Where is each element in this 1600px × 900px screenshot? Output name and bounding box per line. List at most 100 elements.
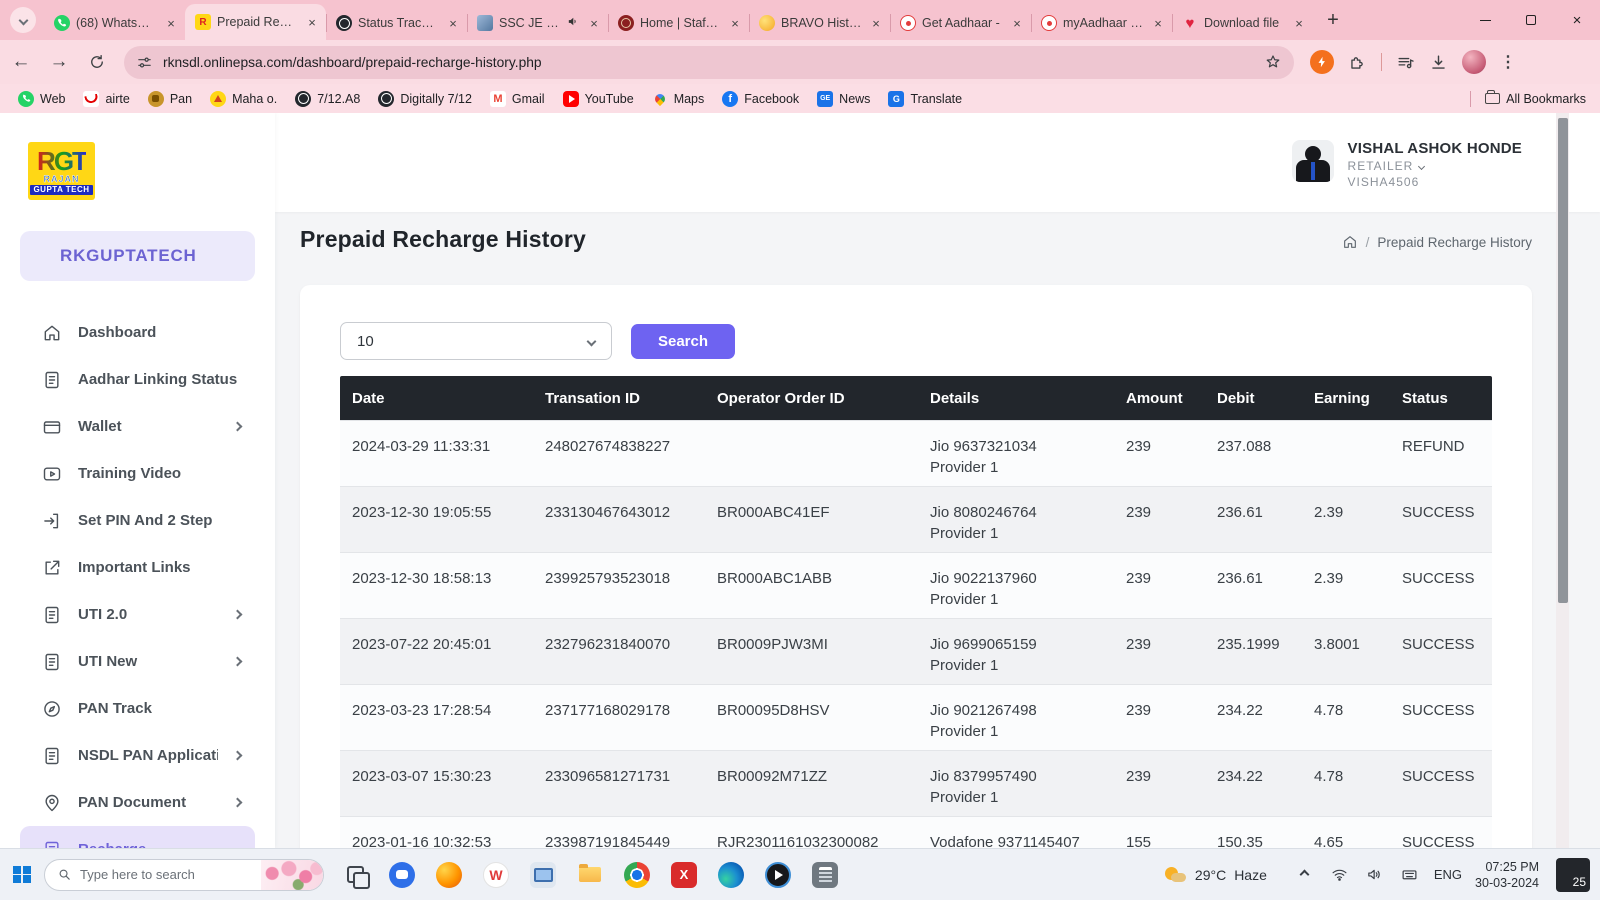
media-player-button[interactable] <box>763 860 793 890</box>
search-icon <box>57 867 72 882</box>
tab-bravo-history[interactable]: BRAVO History × <box>749 6 890 40</box>
table-row: 2024-03-29 11:33:31 248027674838227 Jio … <box>340 420 1492 486</box>
close-icon[interactable]: × <box>1150 15 1166 31</box>
tab-ssc-je[interactable]: SSC JE Bha × <box>467 6 608 40</box>
search-highlight-image[interactable] <box>261 859 323 891</box>
home-icon[interactable] <box>1342 234 1358 250</box>
sidebar-item-important-links[interactable]: Important Links <box>20 544 255 591</box>
sidebar-item-dashboard[interactable]: Dashboard <box>20 309 255 356</box>
scrollbar-thumb[interactable] <box>1558 118 1568 603</box>
bookmark-youtube[interactable]: YouTube <box>555 88 642 110</box>
close-icon[interactable]: × <box>1291 15 1307 31</box>
close-icon[interactable]: × <box>1009 15 1025 31</box>
close-icon[interactable]: × <box>304 14 320 30</box>
tab-status-track[interactable]: Status Track se × <box>326 6 467 40</box>
chat-app-button[interactable] <box>387 860 417 890</box>
sidebar-item-pan-document[interactable]: PAN Document <box>20 779 255 826</box>
file-explorer-button[interactable] <box>575 860 605 890</box>
bookmark-star-icon[interactable] <box>1264 53 1282 71</box>
forward-button[interactable]: → <box>42 45 76 79</box>
page-title: Prepaid Recharge History <box>300 226 586 253</box>
wifi-icon <box>1331 866 1348 883</box>
wifi-button[interactable] <box>1329 864 1351 886</box>
start-button[interactable] <box>0 853 44 897</box>
close-icon[interactable]: × <box>868 15 884 31</box>
close-window-button[interactable]: × <box>1554 0 1600 40</box>
divider <box>1381 53 1382 71</box>
tab-download-file[interactable]: ♥ Download file × <box>1172 6 1313 40</box>
bookmark-facebook[interactable]: Facebook <box>714 88 807 110</box>
bookmark-digitally712[interactable]: Digitally 7/12 <box>370 88 480 110</box>
tab-myaadhaar[interactable]: myAadhaar - U × <box>1031 6 1172 40</box>
bookmark-maha[interactable]: Maha o. <box>202 88 285 110</box>
close-icon[interactable]: × <box>163 15 179 31</box>
menu-dots-icon[interactable]: ⋮ <box>1500 52 1516 72</box>
keyboard-button[interactable] <box>1399 864 1421 886</box>
maximize-button[interactable] <box>1508 0 1554 40</box>
tab-get-aadhaar[interactable]: Get Aadhaar - × <box>890 6 1031 40</box>
tab-whatsapp[interactable]: (68) WhatsApp × <box>44 6 185 40</box>
bookmark-translate[interactable]: Translate <box>880 88 970 110</box>
chrome-button[interactable] <box>622 860 652 890</box>
sidebar-item-nsdl-pan-application[interactable]: NSDL PAN Application <box>20 732 255 779</box>
tray-expand-button[interactable] <box>1294 864 1316 886</box>
url-text[interactable]: rknsdl.onlinepsa.com/dashboard/prepaid-r… <box>163 55 1254 70</box>
back-button[interactable]: ← <box>4 45 38 79</box>
airtel-icon <box>83 91 99 107</box>
task-view-button[interactable] <box>340 860 370 890</box>
extensions-puzzle-icon[interactable] <box>1348 53 1367 72</box>
wps-office-button[interactable] <box>481 860 511 890</box>
bookmark-news[interactable]: News <box>809 88 878 110</box>
table-row: 2023-07-22 20:45:01 232796231840070 BR00… <box>340 618 1492 684</box>
bookmark-airtel[interactable]: airte <box>75 88 137 110</box>
extension-bolt-icon[interactable] <box>1310 50 1334 74</box>
playlist-icon[interactable] <box>1396 53 1415 72</box>
edge-button[interactable] <box>716 860 746 890</box>
reload-button[interactable] <box>80 45 114 79</box>
close-icon[interactable]: × <box>586 15 602 31</box>
new-tab-button[interactable]: + <box>1319 6 1347 34</box>
bookmark-pan[interactable]: Pan <box>140 88 200 110</box>
tab-search-chevron[interactable] <box>10 7 36 33</box>
scrollbar[interactable] <box>1556 113 1569 848</box>
tab-staff-home[interactable]: Home | Staff Se × <box>608 6 749 40</box>
language-indicator[interactable]: ENG <box>1434 867 1462 882</box>
search-button[interactable]: Search <box>631 324 735 359</box>
calculator-button[interactable] <box>810 860 840 890</box>
sidebar-item-set-pin[interactable]: Set PIN And 2 Step <box>20 497 255 544</box>
sidebar-item-uti-new[interactable]: UTI New <box>20 638 255 685</box>
notification-center-button[interactable]: 25 <box>1556 858 1590 892</box>
user-block[interactable]: VISHAL ASHOK HONDE RETAILER VISHA4506 <box>1292 140 1522 189</box>
tab-prepaid-recharge[interactable]: Prepaid Recha × <box>185 4 326 40</box>
media-player-icon <box>765 862 791 888</box>
clock[interactable]: 07:25 PM 30-03-2024 <box>1475 859 1539 891</box>
user-role[interactable]: RETAILER <box>1348 159 1522 173</box>
adobe-button[interactable] <box>669 860 699 890</box>
bookmark-712a8[interactable]: 7/12.A8 <box>287 88 368 110</box>
close-icon[interactable]: × <box>445 15 461 31</box>
sidebar-item-uti-20[interactable]: UTI 2.0 <box>20 591 255 638</box>
close-icon[interactable]: × <box>727 15 743 31</box>
bookmark-gmail[interactable]: Gmail <box>482 88 553 110</box>
user-id: VISHA4506 <box>1348 175 1522 189</box>
profile-avatar[interactable] <box>1462 50 1486 74</box>
downloads-icon[interactable] <box>1429 53 1448 72</box>
tab-audio-icon[interactable] <box>567 15 580 31</box>
bookmark-maps[interactable]: Maps <box>644 88 713 110</box>
site-settings-icon[interactable] <box>136 54 153 71</box>
rows-per-page-select[interactable]: 10 <box>340 322 612 360</box>
address-bar[interactable]: rknsdl.onlinepsa.com/dashboard/prepaid-r… <box>124 46 1294 79</box>
this-pc-button[interactable] <box>528 860 558 890</box>
all-bookmarks-button[interactable]: All Bookmarks <box>1470 91 1600 107</box>
minimize-button[interactable] <box>1462 0 1508 40</box>
sidebar-item-training-video[interactable]: Training Video <box>20 450 255 497</box>
sidebar-item-pan-track[interactable]: PAN Track <box>20 685 255 732</box>
sidebar-item-recharge[interactable]: Recharge <box>20 826 255 848</box>
firefox-button[interactable] <box>434 860 464 890</box>
sidebar-item-wallet[interactable]: Wallet <box>20 403 255 450</box>
taskbar-search-box[interactable]: Type here to search <box>44 859 324 891</box>
volume-button[interactable] <box>1364 864 1386 886</box>
sidebar-item-aadhar-linking-status[interactable]: Aadhar Linking Status <box>20 356 255 403</box>
weather-widget[interactable]: 29°C Haze <box>1165 867 1267 883</box>
bookmark-web[interactable]: Web <box>10 88 73 110</box>
